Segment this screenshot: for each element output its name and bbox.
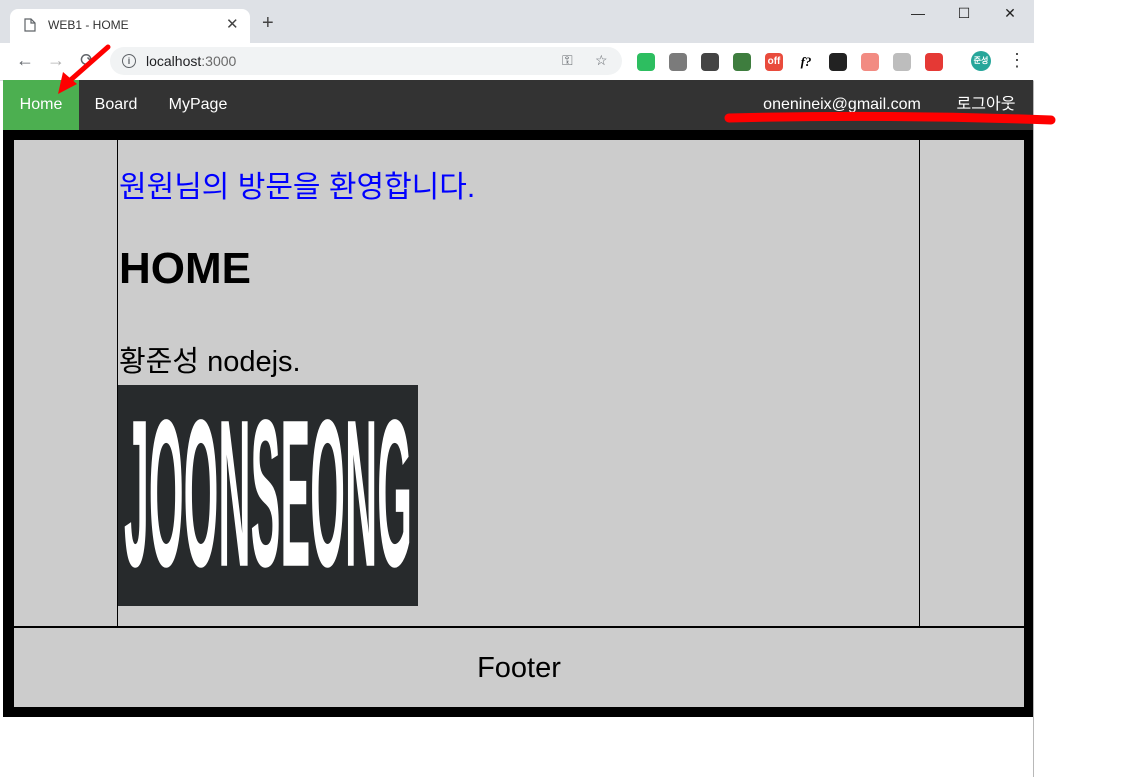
- back-icon[interactable]: ←: [16, 51, 34, 69]
- browser-window: WEB1 - HOME ✕ + — ☐ ✕ ← → ⟳ i localhost:…: [0, 0, 1034, 777]
- site-navbar: Home Board MyPage onenineix@gmail.com 로그…: [3, 80, 1033, 130]
- document-icon: [24, 18, 36, 37]
- eyedropper-extension-icon[interactable]: [733, 53, 751, 71]
- star-icon[interactable]: ☆: [595, 52, 608, 69]
- page-description: 황준성 nodejs.: [119, 346, 301, 378]
- font-extension-icon[interactable]: f?: [797, 53, 815, 71]
- incognito-extension-icon[interactable]: [701, 53, 719, 71]
- content-grid: 원원님의 방문을 환영합니다. HOME 황준성 nodejs. JOONSEO…: [14, 140, 1024, 626]
- evernote-icon[interactable]: [637, 53, 655, 71]
- logout-link[interactable]: 로그아웃: [949, 80, 1023, 130]
- close-window-icon[interactable]: ✕: [1000, 5, 1020, 22]
- chat-extension-icon[interactable]: [669, 53, 687, 71]
- joonseong-logo-image: JOONSEONG: [118, 376, 418, 611]
- url-port: :3000: [201, 53, 237, 69]
- forward-icon[interactable]: →: [47, 51, 65, 69]
- footer: Footer: [14, 627, 1024, 707]
- new-tab-button[interactable]: +: [262, 13, 274, 33]
- off-extension-icon[interactable]: off: [765, 53, 783, 71]
- right-column: [919, 140, 1024, 626]
- tab-close-icon[interactable]: ✕: [226, 15, 239, 33]
- page-content: 원원님의 방문을 환영합니다. HOME 황준성 nodejs. JOONSEO…: [3, 130, 1033, 717]
- key-icon[interactable]: ⚿: [562, 52, 573, 69]
- shortcut-extension-icon[interactable]: [893, 53, 911, 71]
- title-bar: WEB1 - HOME ✕ + — ☐ ✕: [0, 0, 1034, 43]
- page-title: HOME: [119, 244, 251, 293]
- menu-icon[interactable]: ⋮: [1008, 51, 1026, 69]
- logo-text: JOONSEONG: [124, 385, 412, 606]
- main-section: 원원님의 방문을 환영합니다. HOME 황준성 nodejs. JOONSEO…: [118, 140, 919, 626]
- welcome-message: 원원님의 방문을 환영합니다.: [119, 171, 476, 204]
- url-host: localhost: [146, 53, 202, 69]
- url-text[interactable]: localhost:3000: [146, 53, 236, 69]
- nav-board[interactable]: Board: [83, 80, 149, 130]
- color-wheel-extension-icon[interactable]: [829, 53, 847, 71]
- sync-extension-icon[interactable]: [925, 53, 943, 71]
- footer-text: Footer: [477, 652, 561, 684]
- profile-avatar[interactable]: 준성: [971, 51, 991, 71]
- info-icon[interactable]: i: [122, 54, 136, 68]
- arrow-extension-icon[interactable]: [861, 53, 879, 71]
- browser-toolbar: ← → ⟳ i localhost:3000 ⚿ ☆ off f? 준성 ⋮: [0, 43, 1034, 81]
- minimize-icon[interactable]: —: [908, 5, 928, 21]
- user-email: onenineix@gmail.com: [763, 96, 921, 113]
- reload-icon[interactable]: ⟳: [80, 51, 95, 69]
- nav-home[interactable]: Home: [3, 80, 79, 130]
- tab-title: WEB1 - HOME: [48, 18, 129, 32]
- browser-tab[interactable]: WEB1 - HOME ✕: [10, 9, 250, 43]
- maximize-icon[interactable]: ☐: [954, 5, 974, 22]
- left-column: [14, 140, 118, 626]
- address-bar[interactable]: i localhost:3000 ⚿ ☆: [110, 47, 622, 75]
- nav-mypage[interactable]: MyPage: [157, 80, 239, 130]
